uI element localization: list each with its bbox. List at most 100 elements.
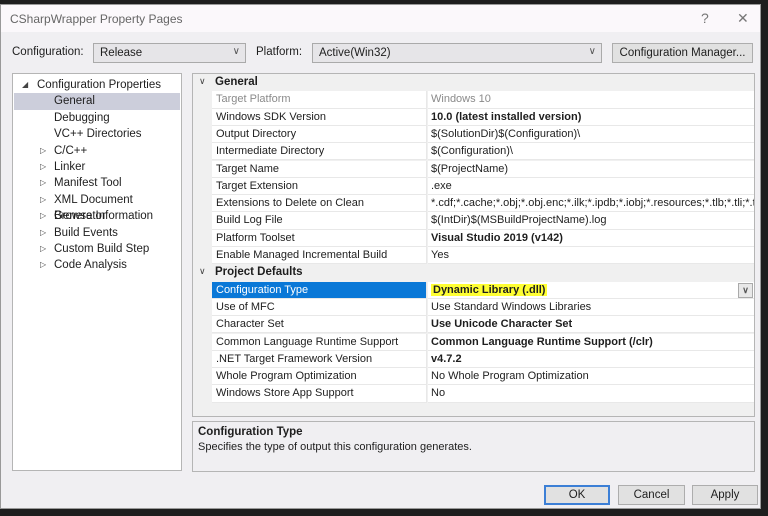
property-value-text: No Whole Program Optimization (431, 370, 589, 383)
collapsed-triangle-icon[interactable]: ▷ (40, 143, 46, 159)
section-title: Project Defaults (215, 266, 303, 279)
chevron-down-icon[interactable]: ∨ (199, 76, 206, 87)
platform-combo[interactable]: Active(Win32) ∨ (312, 43, 602, 63)
section-header[interactable]: ∨ General (193, 74, 754, 91)
property-value-text: Use Standard Windows Libraries (431, 300, 592, 313)
tree-item-label: Manifest Tool (54, 177, 122, 190)
property-row[interactable]: Windows Store App Support No (193, 385, 754, 403)
title-bar: CSharpWrapper Property Pages ? ✕ (1, 5, 760, 32)
property-value-text: Use Unicode Character Set (431, 318, 573, 331)
property-value[interactable]: Dynamic Library (.dll) ∨ (428, 281, 754, 299)
description-text: Specifies the type of output this config… (198, 441, 472, 453)
property-row[interactable]: Enable Managed Incremental Build Yes (193, 247, 754, 265)
category-tree[interactable]: ◢ Configuration Properties General Debugg… (12, 73, 182, 471)
tree-item[interactable]: ▷ C/C++ (14, 143, 180, 159)
platform-label: Platform: (256, 46, 303, 58)
property-name: Target Platform (212, 91, 427, 109)
property-row[interactable]: Target Platform Windows 10 (193, 91, 754, 109)
configuration-label: Configuration: (12, 46, 84, 58)
property-value[interactable]: .exe (428, 177, 754, 196)
property-row[interactable]: Configuration Type Dynamic Library (.dll)… (193, 281, 754, 299)
property-value[interactable]: $(IntDir)$(MSBuildProjectName).log (428, 212, 754, 230)
property-row[interactable]: Windows SDK Version 10.0 (latest installe… (193, 108, 754, 126)
property-value-text: .exe (431, 179, 452, 192)
property-name: Target Name (212, 160, 427, 178)
property-row[interactable]: Use of MFC Use Standard Windows Libraries (193, 298, 754, 317)
property-value[interactable]: $(SolutionDir)$(Configuration)\ (428, 125, 754, 144)
property-value[interactable]: *.cdf;*.cache;*.obj;*.obj.enc;*.ilk;*.ip… (428, 195, 754, 213)
tree-item[interactable]: VC++ Directories (14, 126, 180, 142)
property-name: Configuration Type (212, 281, 427, 299)
tree-item[interactable]: ▷ XML Document Generator (14, 192, 180, 222)
tree-item[interactable]: ▷ Code Analysis (14, 257, 180, 273)
property-name: .NET Target Framework Version (212, 350, 427, 369)
window-title: CSharpWrapper Property Pages (10, 12, 183, 26)
help-icon[interactable]: ? (701, 10, 709, 26)
collapsed-triangle-icon[interactable]: ▷ (40, 225, 46, 241)
property-row[interactable]: .NET Target Framework Version v4.7.2 (193, 350, 754, 369)
cancel-button[interactable]: Cancel (618, 485, 685, 505)
property-row[interactable]: Output Directory $(SolutionDir)$(Configur… (193, 125, 754, 144)
tree-item[interactable]: ▷ Custom Build Step (14, 241, 180, 257)
property-value[interactable]: Use Unicode Character Set (428, 316, 754, 334)
tree-item-label: Browse Information (54, 210, 154, 223)
collapsed-triangle-icon[interactable]: ▷ (40, 241, 46, 257)
property-value-text: Common Language Runtime Support (/clr) (431, 335, 653, 348)
property-value[interactable]: $(ProjectName) (428, 160, 754, 178)
property-row[interactable]: Common Language Runtime Support Common La… (193, 333, 754, 351)
property-row[interactable]: Build Log File $(IntDir)$(MSBuildProjectN… (193, 212, 754, 230)
property-value-text: *.cdf;*.cache;*.obj;*.obj.enc;*.ilk;*.ip… (431, 197, 754, 210)
property-name: Target Extension (212, 177, 427, 196)
tree-item-label: Build Events (54, 226, 118, 239)
property-row[interactable]: Intermediate Directory $(Configuration)\ (193, 143, 754, 161)
close-icon[interactable]: ✕ (737, 10, 749, 27)
property-value[interactable]: No (428, 385, 754, 403)
property-value[interactable]: Yes (428, 247, 754, 265)
apply-button[interactable]: Apply (692, 485, 758, 505)
tree-item-label: Code Analysis (54, 259, 127, 272)
property-value[interactable]: v4.7.2 (428, 350, 754, 369)
platform-value: Active(Win32) (319, 47, 391, 59)
configuration-value: Release (100, 47, 143, 59)
property-value[interactable]: 10.0 (latest installed version) (428, 108, 754, 126)
property-value[interactable]: Windows 10 (428, 91, 754, 109)
property-value[interactable]: Use Standard Windows Libraries (428, 298, 754, 317)
configuration-manager-button[interactable]: Configuration Manager... (612, 43, 753, 63)
property-value-text: $(ProjectName) (431, 162, 509, 175)
property-name: Enable Managed Incremental Build (212, 247, 427, 265)
collapsed-triangle-icon[interactable]: ▷ (40, 257, 46, 273)
tree-item[interactable]: ▷ Linker (14, 159, 180, 175)
property-name: Windows SDK Version (212, 108, 427, 126)
property-pages-dialog: CSharpWrapper Property Pages ? ✕ Configu… (0, 4, 761, 509)
collapsed-triangle-icon[interactable]: ▷ (40, 175, 46, 191)
property-value[interactable]: No Whole Program Optimization (428, 368, 754, 386)
tree-item-configuration-properties[interactable]: ◢ Configuration Properties (14, 77, 180, 93)
ok-button[interactable]: OK (544, 485, 610, 505)
description-title: Configuration Type (198, 426, 303, 438)
property-row[interactable]: Target Extension .exe (193, 177, 754, 196)
collapsed-triangle-icon[interactable]: ▷ (40, 159, 46, 175)
property-row[interactable]: Extensions to Delete on Clean *.cdf;*.cac… (193, 195, 754, 213)
tree-item[interactable]: ▷ Manifest Tool (14, 175, 180, 191)
tree-item[interactable]: General (14, 93, 180, 110)
property-row[interactable]: Platform Toolset Visual Studio 2019 (v142… (193, 229, 754, 247)
tree-item[interactable]: Debugging (14, 110, 180, 126)
property-value[interactable]: Common Language Runtime Support (/clr) (428, 333, 754, 351)
property-name: Windows Store App Support (212, 385, 427, 403)
tree-item[interactable]: ▷ Build Events (14, 225, 180, 241)
dropdown-chevron-icon[interactable]: ∨ (738, 282, 753, 298)
tree-item[interactable]: ▷ Browse Information (14, 208, 180, 224)
section-header[interactable]: ∨ Project Defaults (193, 264, 754, 281)
configuration-combo[interactable]: Release ∨ (93, 43, 246, 63)
collapsed-triangle-icon[interactable]: ▷ (40, 192, 46, 208)
property-row[interactable]: Whole Program Optimization No Whole Progr… (193, 368, 754, 386)
property-row[interactable]: Character Set Use Unicode Character Set (193, 316, 754, 334)
property-value[interactable]: Visual Studio 2019 (v142) (428, 229, 754, 247)
collapsed-triangle-icon[interactable]: ▷ (40, 208, 46, 224)
property-row[interactable]: Target Name $(ProjectName) (193, 160, 754, 178)
chevron-down-icon[interactable]: ∨ (199, 266, 206, 277)
property-grid[interactable]: ∨ General Target Platform Windows 10 Windows… (192, 73, 755, 417)
property-name: Character Set (212, 316, 427, 334)
property-value[interactable]: $(Configuration)\ (428, 143, 754, 161)
property-name: Use of MFC (212, 298, 427, 317)
